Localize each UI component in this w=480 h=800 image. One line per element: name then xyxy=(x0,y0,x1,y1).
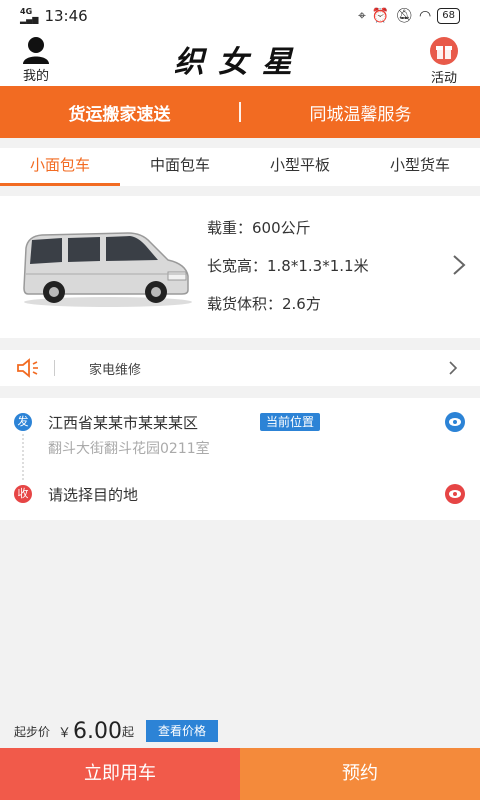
activity-label: 活动 xyxy=(430,71,457,86)
tab-small-truck[interactable]: 小型货车 xyxy=(360,148,480,186)
from-address[interactable]: 江西省某某市某某某区 xyxy=(48,412,198,433)
destination-input[interactable]: 请选择目的地 xyxy=(48,484,138,505)
location-icon: ⌖ xyxy=(357,8,366,24)
tab-freight-moving[interactable]: 货运搬家速送 xyxy=(0,100,239,125)
gift-icon xyxy=(430,37,458,65)
address-card: 发 江西省某某市某某某区 当前位置 翻斗大街翻斗花园0211室 收 请选择目的地 xyxy=(0,398,480,520)
currency-symbol: ￥ xyxy=(58,725,72,741)
spec-dimensions: 长宽高：1.8*1.3*1.1米 xyxy=(207,257,369,275)
current-location-badge: 当前位置 xyxy=(260,413,321,431)
speaker-icon xyxy=(17,358,38,378)
price-row: 起步价 ￥ 6.00 起 查看价格 xyxy=(0,716,480,746)
banner-divider xyxy=(239,102,241,122)
notice-text: 家电维修 xyxy=(89,362,142,378)
route-line xyxy=(22,434,24,480)
notice-divider xyxy=(54,360,55,376)
tab-medium-van[interactable]: 中面包车 xyxy=(120,148,240,186)
vehicle-specs: 载重：600公斤 长宽高：1.8*1.3*1.1米 载货体积：2.6方 xyxy=(207,216,369,330)
signal-icon: ▂▄▆ xyxy=(20,15,39,24)
battery-icon: 68 xyxy=(437,8,460,24)
app-header: 我的 织女星 活动 xyxy=(0,32,480,86)
eye-icon[interactable] xyxy=(444,483,466,505)
my-label: 我的 xyxy=(22,69,49,84)
activity-button[interactable]: 活动 xyxy=(422,36,466,86)
service-banner: 货运搬家速送 同城温馨服务 xyxy=(0,86,480,138)
spec-load: 载重：600公斤 xyxy=(207,219,311,237)
to-badge: 收 xyxy=(14,485,32,503)
van-image xyxy=(23,232,192,307)
my-profile-button[interactable]: 我的 xyxy=(14,36,58,84)
tab-small-flatbed[interactable]: 小型平板 xyxy=(240,148,360,186)
starting-price-label: 起步价 xyxy=(14,724,51,739)
network-indicator: 4G ▂▄▆ xyxy=(20,8,38,24)
price-suffix: 起 xyxy=(122,724,135,739)
chevron-right-icon[interactable] xyxy=(452,254,466,276)
from-address-detail[interactable]: 翻斗大街翻斗花园0211室 xyxy=(48,438,210,458)
chevron-right-icon[interactable] xyxy=(448,360,458,376)
brand-title: 织女星 xyxy=(174,45,306,80)
price-value: 6.00 xyxy=(73,718,123,744)
view-price-button[interactable]: 查看价格 xyxy=(146,720,219,742)
vehicle-tabs: 小面包车 中面包车 小型平板 小型货车 xyxy=(0,148,480,186)
status-time: 13:46 xyxy=(44,7,88,25)
eye-icon[interactable] xyxy=(444,411,466,433)
notice-bar[interactable]: 家电维修 xyxy=(0,350,480,386)
tab-city-service[interactable]: 同城温馨服务 xyxy=(241,100,480,125)
user-icon xyxy=(23,37,49,64)
vehicle-card[interactable]: 载重：600公斤 长宽高：1.8*1.3*1.1米 载货体积：2.6方 xyxy=(0,196,480,338)
use-now-button[interactable]: 立即用车 xyxy=(0,748,240,800)
book-button[interactable]: 预约 xyxy=(240,748,480,800)
alarm-icon: ⏰ xyxy=(371,8,390,24)
status-icons: ⌖ ⏰ 🔕︎ ◠ 68 xyxy=(358,8,460,24)
status-bar: 4G ▂▄▆ 13:46 ⌖ ⏰ 🔕︎ ◠ 68 xyxy=(0,0,480,32)
mute-icon: 🔕︎ xyxy=(395,8,414,24)
wifi-icon: ◠ xyxy=(419,8,432,24)
bottom-actions: 立即用车 预约 xyxy=(0,748,480,800)
from-badge: 发 xyxy=(14,413,32,431)
tab-small-van[interactable]: 小面包车 xyxy=(0,148,120,186)
spec-volume: 载货体积：2.6方 xyxy=(207,295,321,313)
